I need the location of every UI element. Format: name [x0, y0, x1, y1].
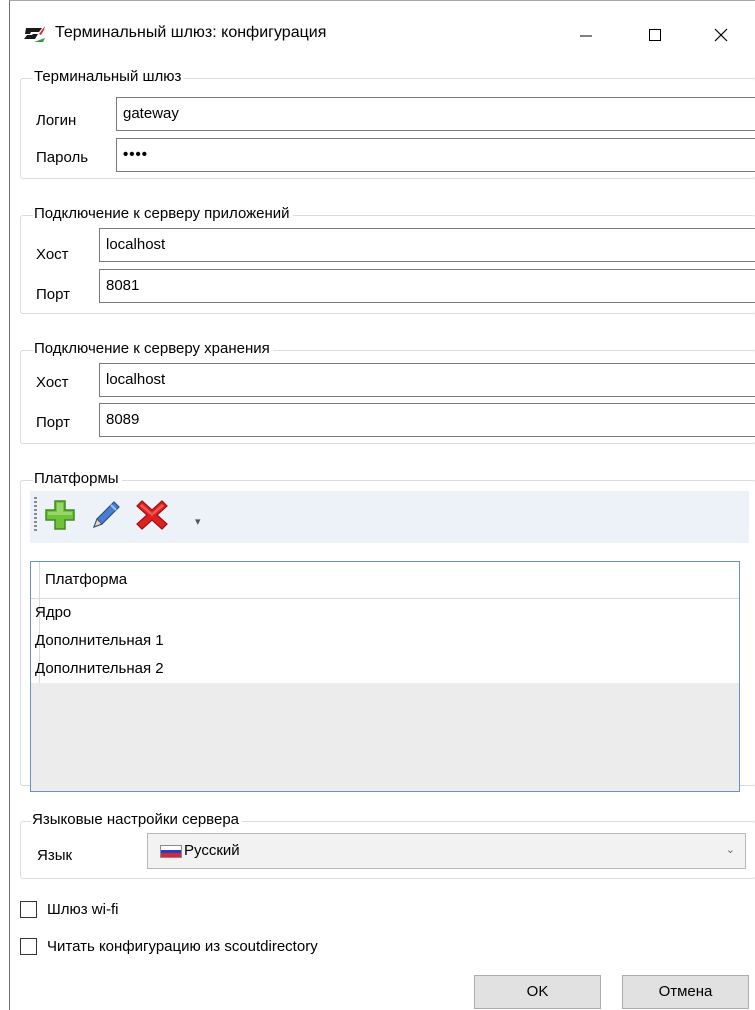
delete-icon[interactable]: [134, 497, 170, 533]
gateway-legend: Терминальный шлюз: [33, 68, 185, 85]
table-row[interactable]: Дополнительная 2: [31, 655, 739, 683]
maximize-button[interactable]: [632, 13, 678, 57]
wifi-option[interactable]: Шлюз wi-fi: [20, 901, 118, 918]
chevron-down-icon: ⌄: [725, 844, 735, 856]
password-label: Пароль: [36, 149, 89, 166]
scoutdirectory-option[interactable]: Читать конфигурацию из scoutdirectory: [20, 938, 318, 955]
edit-pencil-icon[interactable]: [88, 497, 124, 533]
platforms-toolbar: ▾: [30, 491, 749, 543]
wifi-checkbox[interactable]: [20, 901, 37, 918]
close-button[interactable]: [698, 13, 744, 57]
language-group: Языковые настройки сервера Язык Русский …: [20, 811, 755, 879]
russian-flag-icon: [160, 845, 182, 858]
minimize-icon: [580, 35, 592, 37]
storage-host-label: Хост: [36, 374, 69, 391]
platforms-grid[interactable]: Платформа Ядро Дополнительная 1 Дополнит…: [30, 561, 740, 792]
add-icon[interactable]: [42, 497, 78, 533]
language-legend: Языковые настройки сервера: [31, 811, 243, 828]
table-row[interactable]: Дополнительная 1: [31, 627, 739, 655]
language-selected-value: Русский: [184, 842, 240, 859]
cancel-button[interactable]: Отмена: [622, 975, 749, 1009]
close-icon: [714, 28, 728, 42]
login-field[interactable]: gateway: [116, 97, 755, 131]
window-title: Терминальный шлюз: конфигурация: [55, 24, 327, 41]
gateway-group: Терминальный шлюз Логин gateway Пароль •…: [20, 68, 755, 179]
app-port-label: Порт: [36, 286, 71, 303]
config-dialog: Терминальный шлюз: конфигурация Терминал…: [9, 0, 755, 1010]
scoutdirectory-checkbox[interactable]: [20, 938, 37, 955]
platform-cell[interactable]: Ядро: [35, 604, 71, 621]
grid-header: Платформа: [31, 562, 739, 599]
grid-body: Ядро Дополнительная 1 Дополнительная 2: [31, 599, 739, 683]
platforms-legend: Платформы: [33, 470, 122, 487]
app-port-field[interactable]: 8081: [99, 269, 755, 303]
storage-port-field[interactable]: 8089: [99, 403, 755, 437]
storage-server-legend: Подключение к серверу хранения: [33, 340, 273, 357]
scout-logo-icon: [24, 26, 45, 42]
wifi-checkbox-label[interactable]: Шлюз wi-fi: [47, 901, 118, 918]
storage-server-group: Подключение к серверу хранения Хост loca…: [20, 340, 755, 444]
flag-stripe-red: [161, 853, 181, 857]
platform-cell[interactable]: Дополнительная 2: [35, 660, 164, 677]
toolbar-grip[interactable]: [34, 497, 37, 531]
app-server-group: Подключение к серверу приложений Хост lo…: [20, 205, 755, 314]
overflow-chevron-icon[interactable]: ▾: [195, 515, 201, 528]
maximize-icon: [649, 29, 661, 41]
title-bar[interactable]: Терминальный шлюз: конфигурация: [10, 1, 755, 67]
app-server-legend: Подключение к серверу приложений: [33, 205, 293, 222]
language-label: Язык: [37, 847, 73, 864]
password-field[interactable]: ••••: [116, 138, 755, 172]
header-row-selector[interactable]: [31, 562, 40, 598]
column-header-platform[interactable]: Платформа: [45, 571, 127, 588]
language-select[interactable]: Русский ⌄: [147, 833, 746, 869]
app-host-field[interactable]: localhost: [99, 228, 755, 262]
login-label: Логин: [36, 112, 77, 129]
storage-port-label: Порт: [36, 414, 71, 431]
storage-host-field[interactable]: localhost: [99, 363, 755, 397]
app-host-label: Хост: [36, 246, 69, 263]
ok-button[interactable]: OK: [474, 975, 601, 1009]
scoutdirectory-checkbox-label[interactable]: Читать конфигурацию из scoutdirectory: [47, 938, 318, 955]
platform-cell[interactable]: Дополнительная 1: [35, 632, 164, 649]
table-row[interactable]: Ядро: [31, 599, 739, 627]
platforms-group: Платформы ▾ Платформа Ядро Дополнительна…: [20, 470, 755, 792]
minimize-button[interactable]: [563, 13, 609, 57]
